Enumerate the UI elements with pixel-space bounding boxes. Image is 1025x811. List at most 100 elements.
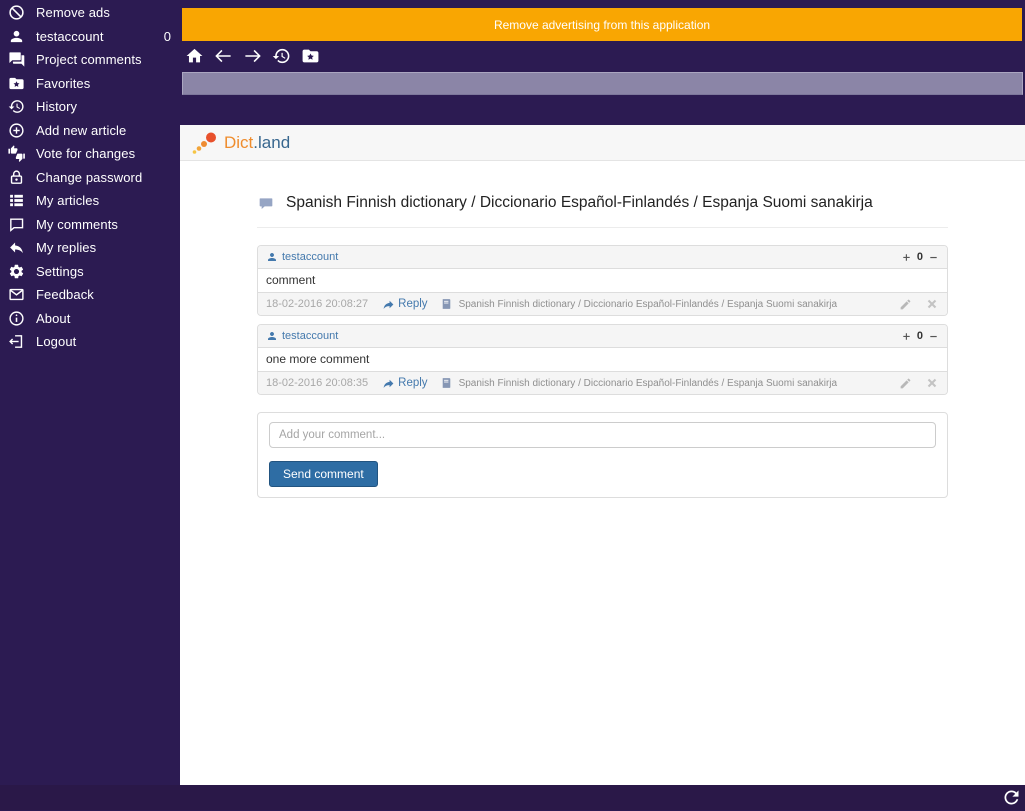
reply-link[interactable]: Reply (382, 377, 428, 390)
remove-ads-banner[interactable]: Remove advertising from this application (182, 8, 1022, 41)
downvote-icon[interactable] (928, 252, 939, 263)
edit-pencil-icon[interactable] (899, 377, 912, 390)
sidebar-item-label: Feedback (36, 287, 94, 303)
lock-icon (8, 169, 25, 186)
sidebar-item-label: Logout (36, 334, 77, 350)
reply-icon (8, 239, 25, 256)
forward-arrow-button[interactable] (243, 46, 262, 66)
upvote-icon[interactable] (901, 331, 912, 342)
favorites-folder-icon (301, 46, 320, 66)
chat-bubbles-icon (8, 51, 25, 68)
home-icon (185, 46, 204, 66)
vote-count: 0 (916, 251, 923, 263)
comment-footer: 18-02-2016 20:08:35 Reply Spanish Finnis… (258, 371, 947, 394)
sidebar-item-settings[interactable]: Settings (0, 260, 181, 284)
dictionary-book-icon (440, 297, 453, 311)
sidebar-item-feedback[interactable]: Feedback (0, 283, 181, 307)
user-icon (266, 330, 278, 342)
vote-controls: 0 (901, 330, 939, 342)
comments-list: testaccount 0 comment 18-02-2016 20:08:2… (257, 245, 948, 395)
sidebar-item-label: Add new article (36, 122, 127, 138)
comment-card: testaccount 0 comment 18-02-2016 20:08:2… (257, 245, 948, 316)
logo-text: Dict.land (224, 132, 291, 152)
comment-author-link[interactable]: testaccount (282, 330, 338, 342)
sidebar-item-history[interactable]: History (0, 95, 181, 119)
back-arrow-button[interactable] (214, 46, 233, 66)
comment-article-link[interactable]: Spanish Finnish dictionary / Diccionario… (459, 378, 838, 389)
sidebar-item-my-comments[interactable]: My comments (0, 213, 181, 237)
favorites-folder-button[interactable] (301, 46, 320, 66)
refresh-button[interactable] (1001, 787, 1022, 808)
logout-icon (8, 333, 25, 350)
sidebar-item-my-replies[interactable]: My replies (0, 236, 181, 260)
page-title-row: Spanish Finnish dictionary / Diccionario… (257, 194, 948, 212)
sidebar-item-favorites[interactable]: Favorites (0, 72, 181, 96)
sidebar-item-project-comments[interactable]: Project comments (0, 48, 181, 72)
user-icon (266, 251, 278, 263)
vote-count: 0 (916, 330, 923, 342)
plus-circle-icon (8, 122, 25, 139)
sidebar-item-change-password[interactable]: Change password (0, 166, 181, 190)
send-comment-button[interactable]: Send comment (269, 461, 378, 487)
delete-x-icon[interactable] (925, 297, 939, 311)
sidebar-item-my-articles[interactable]: My articles (0, 189, 181, 213)
sidebar-item-about[interactable]: About (0, 307, 181, 331)
comment-timestamp: 18-02-2016 20:08:27 (266, 298, 369, 310)
sidebar-item-testaccount[interactable]: testaccount 0 (0, 25, 181, 49)
folder-star-icon (8, 75, 25, 92)
sidebar-item-label: My comments (36, 216, 119, 232)
comment-author-link[interactable]: testaccount (282, 251, 338, 263)
sidebar-item-label: testaccount (36, 28, 104, 44)
sidebar-item-label: My articles (36, 193, 100, 209)
upvote-icon[interactable] (901, 252, 912, 263)
refresh-icon (1001, 787, 1022, 808)
site-logo[interactable]: Dict.land (190, 130, 290, 156)
comment-timestamp: 18-02-2016 20:08:35 (266, 377, 369, 389)
comment-outline-icon (8, 216, 25, 233)
address-bar-input[interactable] (182, 72, 1023, 95)
logo-comet-icon (190, 130, 220, 156)
comment-article-link[interactable]: Spanish Finnish dictionary / Diccionario… (459, 299, 838, 310)
home-button[interactable] (185, 46, 204, 66)
reply-label: Reply (398, 298, 428, 310)
gear-icon (8, 263, 25, 280)
history-button[interactable] (272, 46, 291, 66)
comment-form-panel: Send comment (257, 412, 948, 498)
sidebar-item-logout[interactable]: Logout (0, 330, 181, 354)
delete-x-icon[interactable] (925, 376, 939, 390)
history-icon (8, 98, 25, 115)
comment-body-text: one more comment (266, 352, 370, 366)
sidebar-item-label: Favorites (36, 75, 91, 91)
edit-pencil-icon[interactable] (899, 298, 912, 311)
downvote-icon[interactable] (928, 331, 939, 342)
envelope-icon (8, 286, 25, 303)
sidebar-item-add-new-article[interactable]: Add new article (0, 119, 181, 143)
sidebar-item-label: About (36, 310, 71, 326)
bottom-bar (0, 785, 1025, 810)
forward-arrow-icon (243, 46, 262, 66)
sidebar-item-vote-for-changes[interactable]: Vote for changes (0, 142, 181, 166)
page-title: Spanish Finnish dictionary / Diccionario… (286, 194, 873, 211)
reply-link[interactable]: Reply (382, 298, 428, 311)
sidebar-item-label: Change password (36, 169, 143, 185)
reply-arrow-icon (382, 298, 395, 311)
title-divider (257, 227, 948, 228)
sidebar-item-label: Settings (36, 263, 84, 279)
browser-toolbar (185, 46, 320, 66)
no-entry-icon (8, 4, 25, 21)
sidebar-item-label: History (36, 99, 78, 115)
comment-actions (899, 297, 939, 311)
thumbs-vote-icon (8, 145, 25, 163)
speech-bubble-icon (257, 196, 275, 212)
comment-body-text: comment (266, 273, 316, 287)
comment-actions (899, 376, 939, 390)
sidebar-item-label: Remove ads (36, 5, 110, 21)
user-icon (8, 28, 25, 45)
dictionary-book-icon (440, 376, 453, 390)
sidebar-item-remove-ads[interactable]: Remove ads (0, 1, 181, 25)
comment-card: testaccount 0 one more comment 18-02-201… (257, 324, 948, 395)
history-icon (272, 46, 291, 66)
info-icon (8, 310, 25, 327)
comment-footer: 18-02-2016 20:08:27 Reply Spanish Finnis… (258, 292, 947, 315)
comment-input[interactable] (269, 422, 936, 448)
